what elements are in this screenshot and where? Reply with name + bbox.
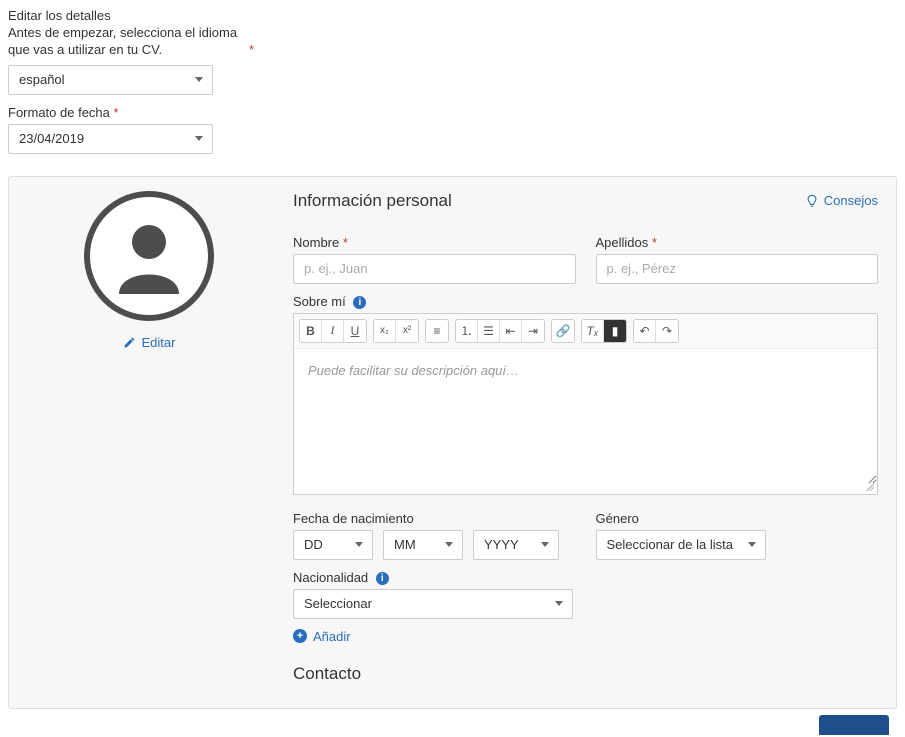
paste-button[interactable]: ▮ — [604, 320, 626, 342]
tips-text: Consejos — [824, 193, 878, 208]
undo-button[interactable]: ↶ — [634, 320, 656, 342]
personal-info-card: Editar Información personal Consejos Nom… — [8, 176, 897, 709]
page-title: Editar los detalles — [8, 8, 897, 23]
bottom-bar — [8, 715, 897, 737]
ordered-list-button[interactable]: ⒈ — [456, 320, 478, 342]
last-name-input[interactable] — [596, 254, 879, 284]
resize-handle[interactable] — [294, 484, 877, 494]
date-format-label-text: Formato de fecha — [8, 105, 110, 120]
add-nationality-link[interactable]: + Añadir — [293, 629, 351, 644]
dob-day-select[interactable]: DD — [293, 530, 373, 560]
about-textarea[interactable]: Puede facilitar su descripción aquí… — [294, 349, 877, 484]
info-icon[interactable]: i — [353, 296, 366, 309]
editor-toolbar: B I U x₂ x² ≡ ⒈ ☰ ⇤ ⇥ — [294, 314, 877, 349]
dob-label: Fecha de nacimiento — [293, 511, 576, 526]
last-name-label-text: Apellidos — [596, 235, 649, 250]
about-label: Sobre mí i — [293, 294, 878, 309]
superscript-button[interactable]: x² — [396, 320, 418, 342]
first-name-input[interactable] — [293, 254, 576, 284]
date-format-label: Formato de fecha * — [8, 105, 897, 120]
primary-action-button[interactable] — [819, 715, 889, 735]
lightbulb-icon — [805, 194, 819, 208]
nationality-label: Nacionalidad i — [293, 570, 878, 585]
avatar-placeholder — [84, 191, 214, 321]
add-nationality-text: Añadir — [313, 629, 351, 644]
gender-label: Género — [596, 511, 879, 526]
subscript-button[interactable]: x₂ — [374, 320, 396, 342]
first-name-label-text: Nombre — [293, 235, 339, 250]
bold-button[interactable]: B — [300, 320, 322, 342]
language-instruction: Antes de empezar, selecciona el idioma q… — [8, 25, 248, 59]
info-icon[interactable]: i — [376, 572, 389, 585]
required-marker: * — [249, 42, 254, 59]
link-button[interactable]: 🔗 — [552, 320, 574, 342]
dob-year-select[interactable]: YYYY — [473, 530, 559, 560]
first-name-label: Nombre * — [293, 235, 576, 250]
nationality-label-text: Nacionalidad — [293, 570, 368, 585]
tips-link[interactable]: Consejos — [805, 193, 878, 208]
gender-select[interactable]: Seleccionar de la lista — [596, 530, 766, 560]
about-label-text: Sobre mí — [293, 294, 346, 309]
section-heading-personal: Información personal — [293, 191, 452, 211]
section-heading-contact: Contacto — [293, 664, 878, 684]
language-select[interactable]: español — [8, 65, 213, 95]
align-button[interactable]: ≡ — [426, 320, 448, 342]
pencil-icon — [123, 336, 136, 349]
date-format-select[interactable]: 23/04/2019 — [8, 124, 213, 154]
plus-icon: + — [293, 629, 307, 643]
edit-avatar-text: Editar — [142, 335, 176, 350]
underline-button[interactable]: U — [344, 320, 366, 342]
required-marker: * — [114, 105, 119, 120]
outdent-button[interactable]: ⇤ — [500, 320, 522, 342]
required-marker: * — [652, 235, 657, 250]
person-icon — [107, 214, 191, 298]
italic-button[interactable]: I — [322, 320, 344, 342]
nationality-select[interactable]: Seleccionar — [293, 589, 573, 619]
dob-month-select[interactable]: MM — [383, 530, 463, 560]
indent-button[interactable]: ⇥ — [522, 320, 544, 342]
edit-avatar-link[interactable]: Editar — [123, 335, 176, 350]
instruction-text: Antes de empezar, selecciona el idioma q… — [8, 25, 237, 57]
rich-text-editor: B I U x₂ x² ≡ ⒈ ☰ ⇤ ⇥ — [293, 313, 878, 495]
required-marker: * — [343, 235, 348, 250]
last-name-label: Apellidos * — [596, 235, 879, 250]
clear-format-button[interactable]: Tₓ — [582, 320, 604, 342]
unordered-list-button[interactable]: ☰ — [478, 320, 500, 342]
redo-button[interactable]: ↷ — [656, 320, 678, 342]
